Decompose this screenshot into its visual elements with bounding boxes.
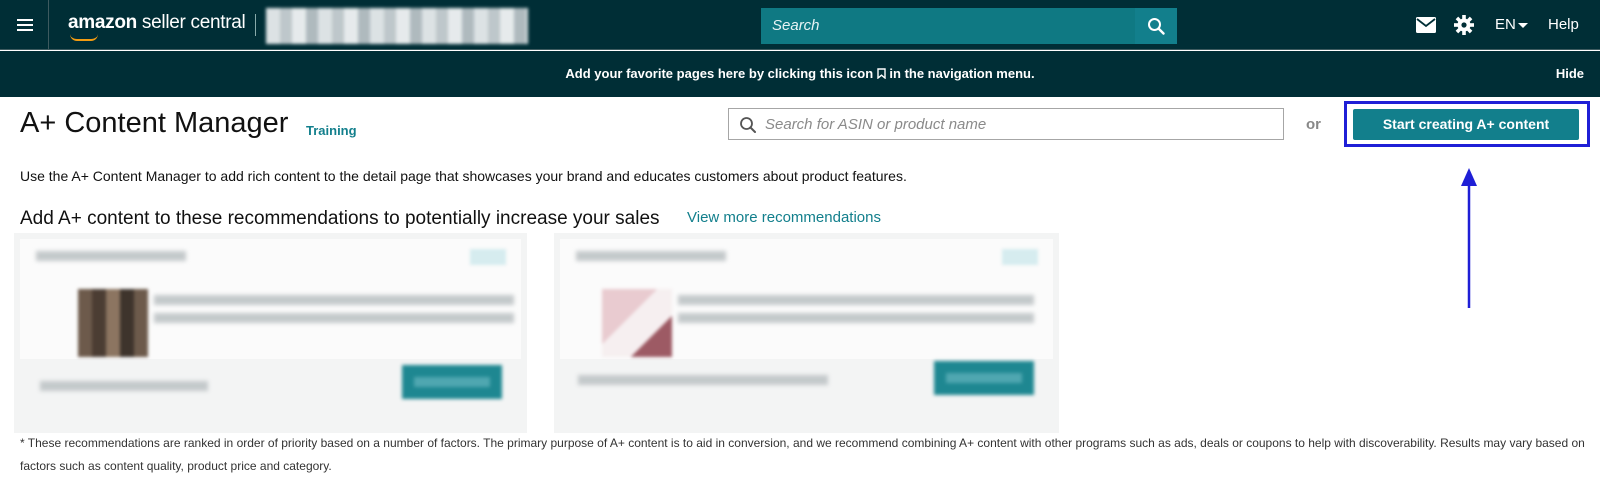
product-image [78,289,148,357]
training-link[interactable]: Training [306,123,357,138]
menu-icon[interactable] [0,0,49,50]
seller-central-logo[interactable]: amazon seller central [68,12,246,34]
caret-down-icon [1518,23,1528,28]
redacted-text [678,295,1034,305]
search-icon [1148,18,1165,35]
view-more-recommendations-link[interactable]: View more recommendations [687,209,881,226]
redacted-badge [470,249,506,265]
logo-smile [70,34,98,41]
language-selector[interactable]: EN [1495,16,1516,33]
redacted-action-button[interactable] [934,361,1034,395]
redacted-badge [1002,249,1038,265]
redacted-text [576,251,726,261]
store-selector[interactable] [266,8,528,44]
favorites-message-end: in the navigation menu. [889,66,1035,81]
favorites-message: Add your favorite pages here by clicking… [0,66,1600,81]
search-icon [739,116,757,139]
recommendations-footnote: * These recommendations are ranked in or… [20,436,1585,473]
page-description: Use the A+ Content Manager to add rich c… [20,168,907,184]
product-image [602,289,672,357]
redacted-text [154,313,514,323]
gear-icon[interactable] [1454,15,1474,40]
favorites-bar: Add your favorite pages here by clicking… [0,51,1600,97]
logo-product: seller central [136,12,246,33]
hide-favorites-button[interactable]: Hide [1556,66,1584,81]
recommendation-card-body [20,239,521,359]
recommendations-heading: Add A+ content to these recommendations … [20,208,660,229]
mail-icon[interactable] [1416,17,1436,38]
redacted-text [578,375,828,385]
page-title: A+ Content Manager [20,107,289,139]
arrow-up-icon [1461,168,1477,308]
recommendation-card [554,233,1059,433]
recommendation-card-body [560,239,1053,359]
bookmark-icon [877,68,886,80]
redacted-text [36,251,186,261]
global-search-input[interactable]: Search [761,8,1135,44]
search-button[interactable] [1135,8,1177,44]
logo-brand: amazon [68,12,137,33]
redacted-text [154,295,514,305]
start-creating-a-plus-content-button[interactable]: Start creating A+ content [1353,109,1579,140]
redacted-action-button[interactable] [402,365,502,399]
or-separator: or [1306,116,1321,133]
asin-search-input[interactable]: Search for ASIN or product name [728,108,1284,140]
top-navigation: amazon seller central Search EN Help [0,0,1600,50]
recommendation-card [14,233,527,433]
logo-divider [255,14,256,36]
redacted-text [40,381,208,391]
help-link[interactable]: Help [1548,16,1579,33]
favorites-message-start: Add your favorite pages here by clicking… [565,66,874,81]
redacted-text [678,313,1034,323]
asin-search-placeholder: Search for ASIN or product name [765,116,987,133]
